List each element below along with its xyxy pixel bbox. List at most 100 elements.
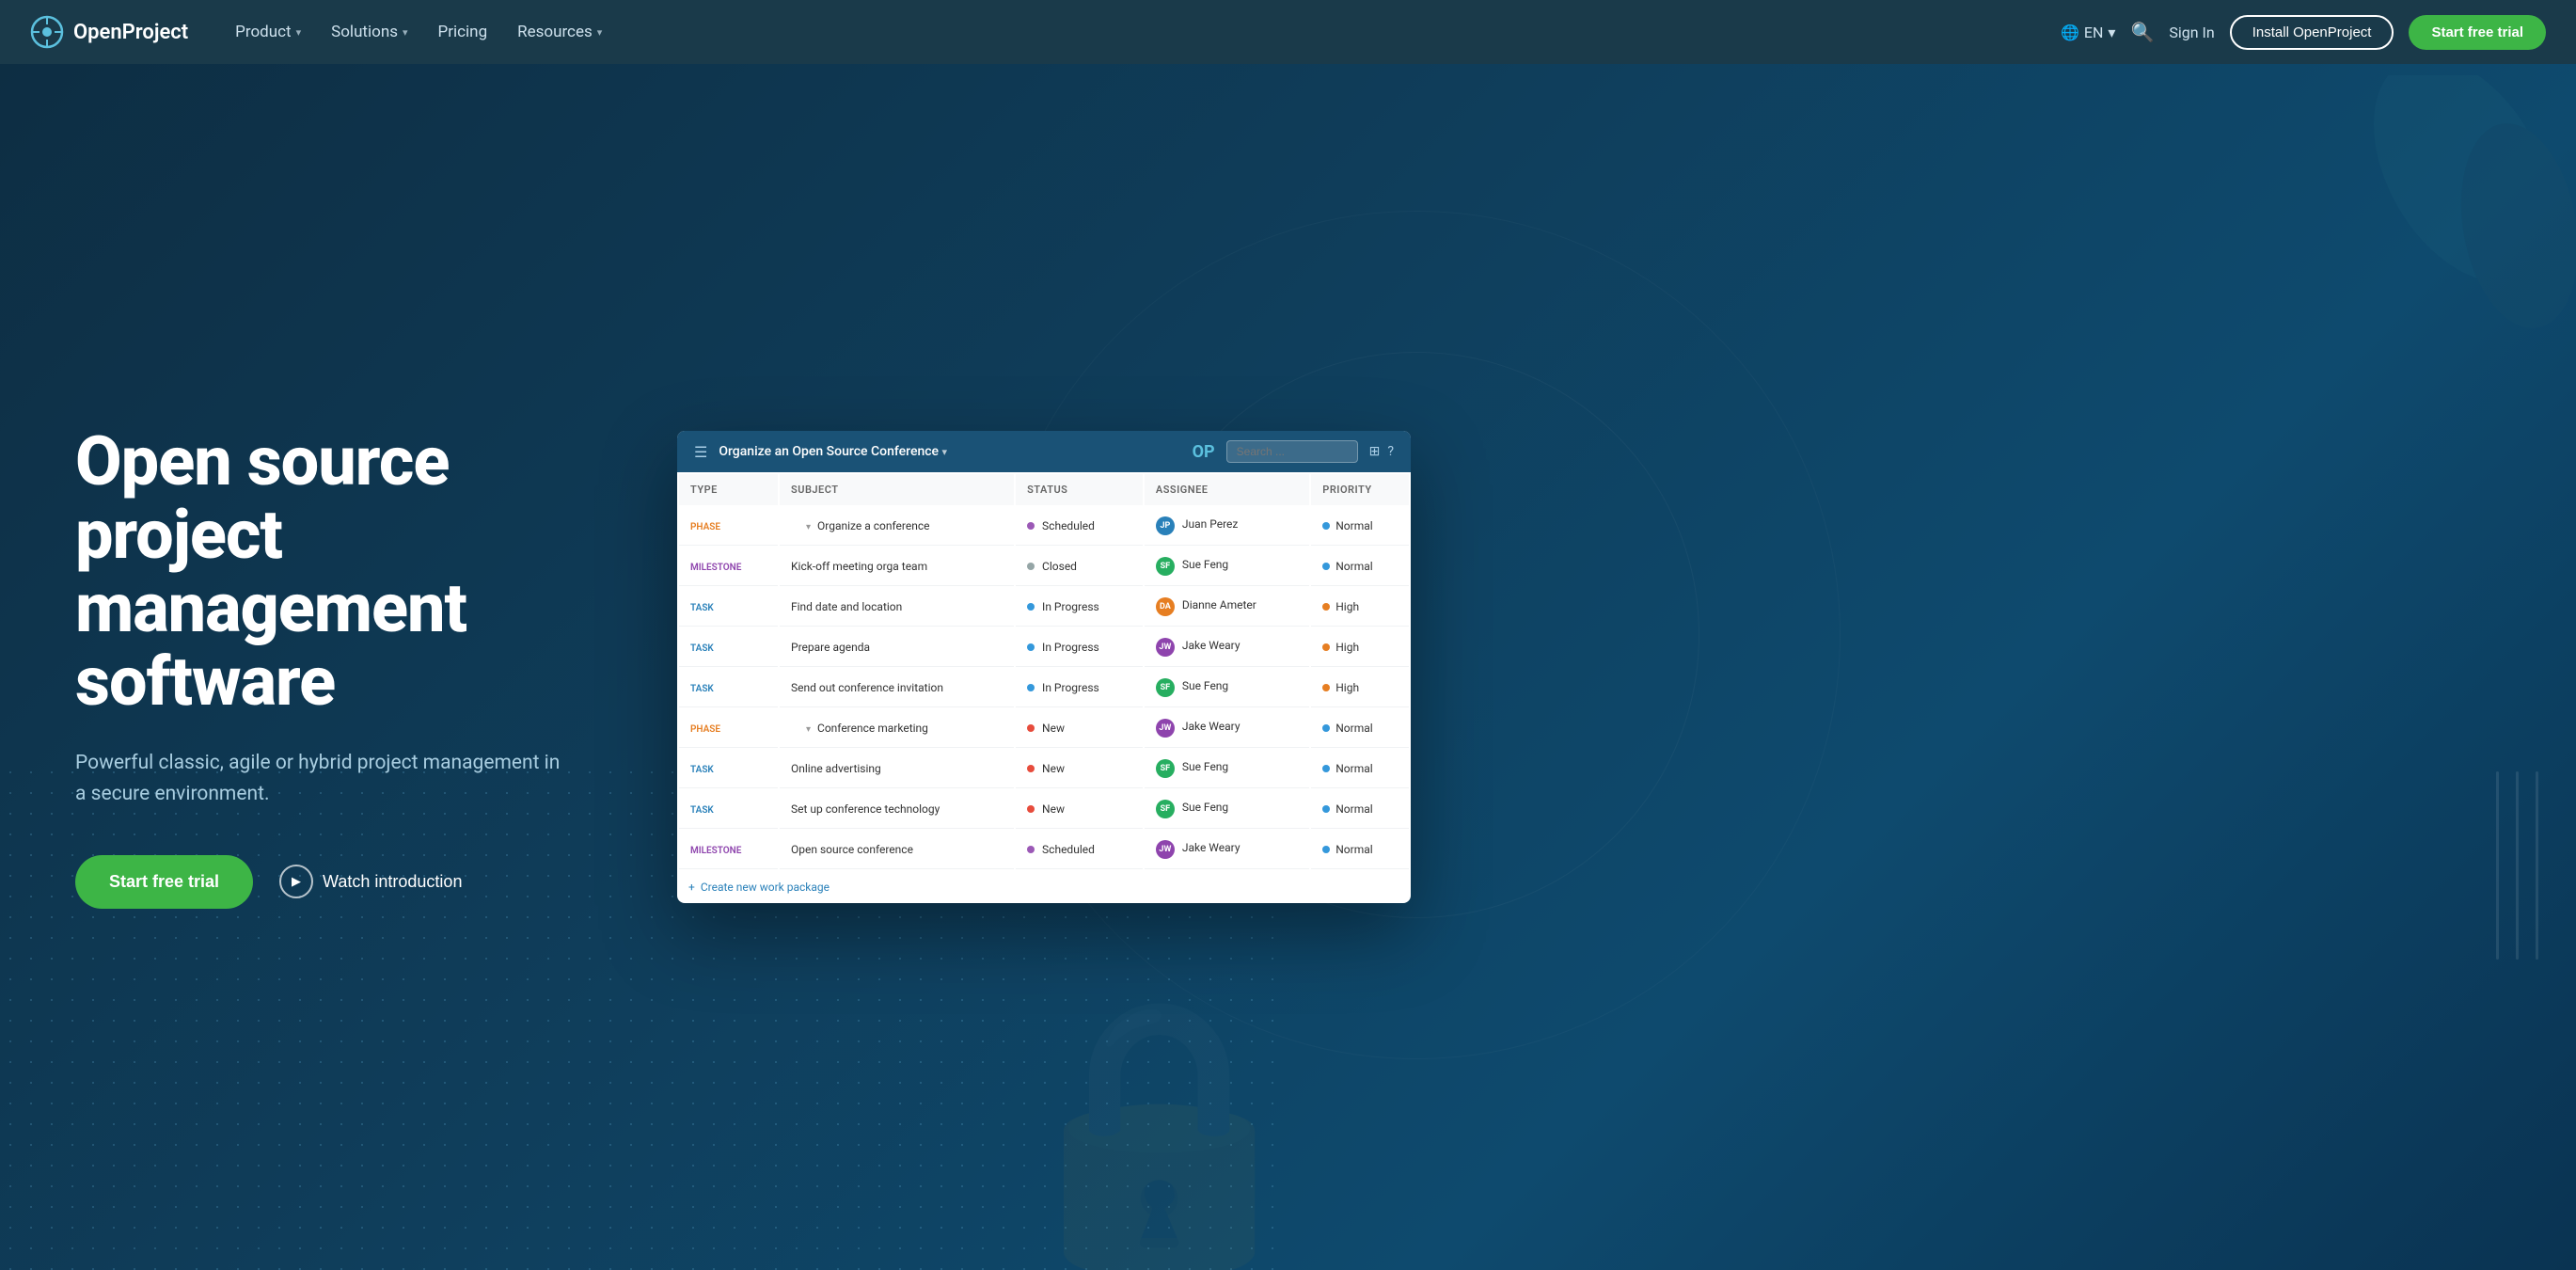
cell-assignee: JP Juan Perez	[1145, 507, 1309, 546]
nav-resources[interactable]: Resources ▾	[504, 15, 615, 49]
cell-priority: Normal	[1311, 709, 1409, 748]
vert-line-1	[2496, 771, 2499, 960]
avatar: SF	[1156, 557, 1175, 576]
cell-assignee: SF Sue Feng	[1145, 669, 1309, 707]
watch-intro-button[interactable]: ▶ Watch introduction	[279, 865, 462, 898]
table-row[interactable]: TASK Prepare agenda In Progress JW Jake …	[679, 628, 1409, 667]
type-badge: MILESTONE	[690, 563, 741, 573]
install-button[interactable]: Install OpenProject	[2230, 15, 2394, 50]
cell-type: PHASE	[679, 507, 778, 546]
grid-icon[interactable]: ⊞	[1369, 444, 1381, 459]
cell-status: New	[1016, 750, 1143, 788]
start-trial-nav-button[interactable]: Start free trial	[2409, 15, 2546, 50]
logo-link[interactable]: OpenProject	[30, 15, 188, 49]
cell-type: TASK	[679, 669, 778, 707]
play-icon: ▶	[279, 865, 313, 898]
hero-section: 🔒 Open source project management softwar…	[0, 0, 2576, 1270]
table-row[interactable]: TASK Online advertising New SF Sue Feng …	[679, 750, 1409, 788]
nav-pricing[interactable]: Pricing	[425, 15, 501, 49]
cell-type: TASK	[679, 588, 778, 627]
table-body: PHASE ▾ Organize a conference Scheduled …	[679, 507, 1409, 869]
cell-assignee: JW Jake Weary	[1145, 709, 1309, 748]
cell-status: In Progress	[1016, 628, 1143, 667]
type-badge: MILESTONE	[690, 846, 741, 856]
table-row[interactable]: PHASE ▾ Organize a conference Scheduled …	[679, 507, 1409, 546]
priority-dot	[1322, 846, 1330, 853]
cell-type: TASK	[679, 790, 778, 829]
cell-assignee: JW Jake Weary	[1145, 831, 1309, 869]
app-project-title: Organize an Open Source Conference ▾	[719, 444, 1180, 459]
cell-assignee: DA Dianne Ameter	[1145, 588, 1309, 627]
status-dot	[1027, 805, 1035, 813]
table-row[interactable]: TASK Set up conference technology New SF…	[679, 790, 1409, 829]
plus-icon: +	[688, 881, 695, 894]
chevron-icon: ▾	[806, 522, 811, 532]
status-dot	[1027, 522, 1035, 530]
app-topbar: ☰ Organize an Open Source Conference ▾ O…	[677, 431, 1411, 472]
table-row[interactable]: MILESTONE Open source conference Schedul…	[679, 831, 1409, 869]
avatar: JW	[1156, 719, 1175, 738]
cell-subject: ▾ Organize a conference	[780, 507, 1014, 546]
cell-assignee: SF Sue Feng	[1145, 548, 1309, 586]
hero-buttons: Start free trial ▶ Watch introduction	[75, 855, 621, 909]
hero-title: Open source project management software	[75, 425, 621, 718]
cell-status: In Progress	[1016, 669, 1143, 707]
priority-dot	[1322, 765, 1330, 772]
priority-dot	[1322, 522, 1330, 530]
cell-priority: Normal	[1311, 750, 1409, 788]
priority-dot	[1322, 684, 1330, 691]
priority-dot	[1322, 805, 1330, 813]
cell-subject: Open source conference	[780, 831, 1014, 869]
avatar: JW	[1156, 638, 1175, 657]
chevron-down-icon: ▾	[942, 446, 948, 458]
table-row[interactable]: PHASE ▾ Conference marketing New JW Jake…	[679, 709, 1409, 748]
table-row[interactable]: MILESTONE Kick-off meeting orga team Clo…	[679, 548, 1409, 586]
brand-name: OpenProject	[73, 21, 188, 44]
signin-link[interactable]: Sign In	[2169, 24, 2214, 41]
type-badge: PHASE	[690, 522, 720, 532]
table-row[interactable]: TASK Find date and location In Progress …	[679, 588, 1409, 627]
cell-subject: Online advertising	[780, 750, 1014, 788]
chevron-down-icon: ▾	[2108, 24, 2115, 41]
hero-subtitle: Powerful classic, agile or hybrid projec…	[75, 748, 564, 809]
app-search-input[interactable]	[1226, 440, 1358, 463]
cell-status: In Progress	[1016, 588, 1143, 627]
type-badge: TASK	[690, 805, 714, 816]
col-priority: PRIORITY	[1311, 474, 1409, 505]
nav-product[interactable]: Product ▾	[222, 15, 314, 49]
type-badge: PHASE	[690, 724, 720, 735]
vert-line-3	[2536, 771, 2538, 960]
cell-type: TASK	[679, 750, 778, 788]
col-subject: SUBJECT	[780, 474, 1014, 505]
hamburger-icon[interactable]: ☰	[694, 443, 707, 461]
start-trial-hero-button[interactable]: Start free trial	[75, 855, 253, 909]
chevron-icon: ▾	[806, 724, 811, 735]
avatar: SF	[1156, 759, 1175, 778]
nav-solutions[interactable]: Solutions ▾	[318, 15, 420, 49]
avatar: SF	[1156, 800, 1175, 818]
table-row[interactable]: TASK Send out conference invitation In P…	[679, 669, 1409, 707]
cell-subject: Kick-off meeting orga team	[780, 548, 1014, 586]
cell-subject: Prepare agenda	[780, 628, 1014, 667]
col-assignee: ASSIGNEE	[1145, 474, 1309, 505]
navbar: OpenProject Product ▾ Solutions ▾ Pricin…	[0, 0, 2576, 64]
chevron-down-icon: ▾	[403, 26, 408, 39]
cell-type: PHASE	[679, 709, 778, 748]
cell-priority: Normal	[1311, 548, 1409, 586]
avatar: SF	[1156, 678, 1175, 697]
status-dot	[1027, 684, 1035, 691]
create-work-package-link[interactable]: + Create new work package	[677, 871, 1411, 903]
nav-links: Product ▾ Solutions ▾ Pricing Resources …	[222, 15, 2049, 49]
cell-assignee: SF Sue Feng	[1145, 790, 1309, 829]
cell-assignee: JW Jake Weary	[1145, 628, 1309, 667]
cell-priority: High	[1311, 628, 1409, 667]
cell-status: Scheduled	[1016, 831, 1143, 869]
cell-priority: High	[1311, 588, 1409, 627]
type-badge: TASK	[690, 643, 714, 654]
cell-status: Scheduled	[1016, 507, 1143, 546]
search-icon[interactable]: 🔍	[2130, 21, 2154, 43]
cell-subject: Set up conference technology	[780, 790, 1014, 829]
help-icon[interactable]: ?	[1387, 444, 1394, 459]
vert-line-2	[2516, 771, 2519, 960]
language-selector[interactable]: 🌐 EN ▾	[2061, 24, 2115, 41]
